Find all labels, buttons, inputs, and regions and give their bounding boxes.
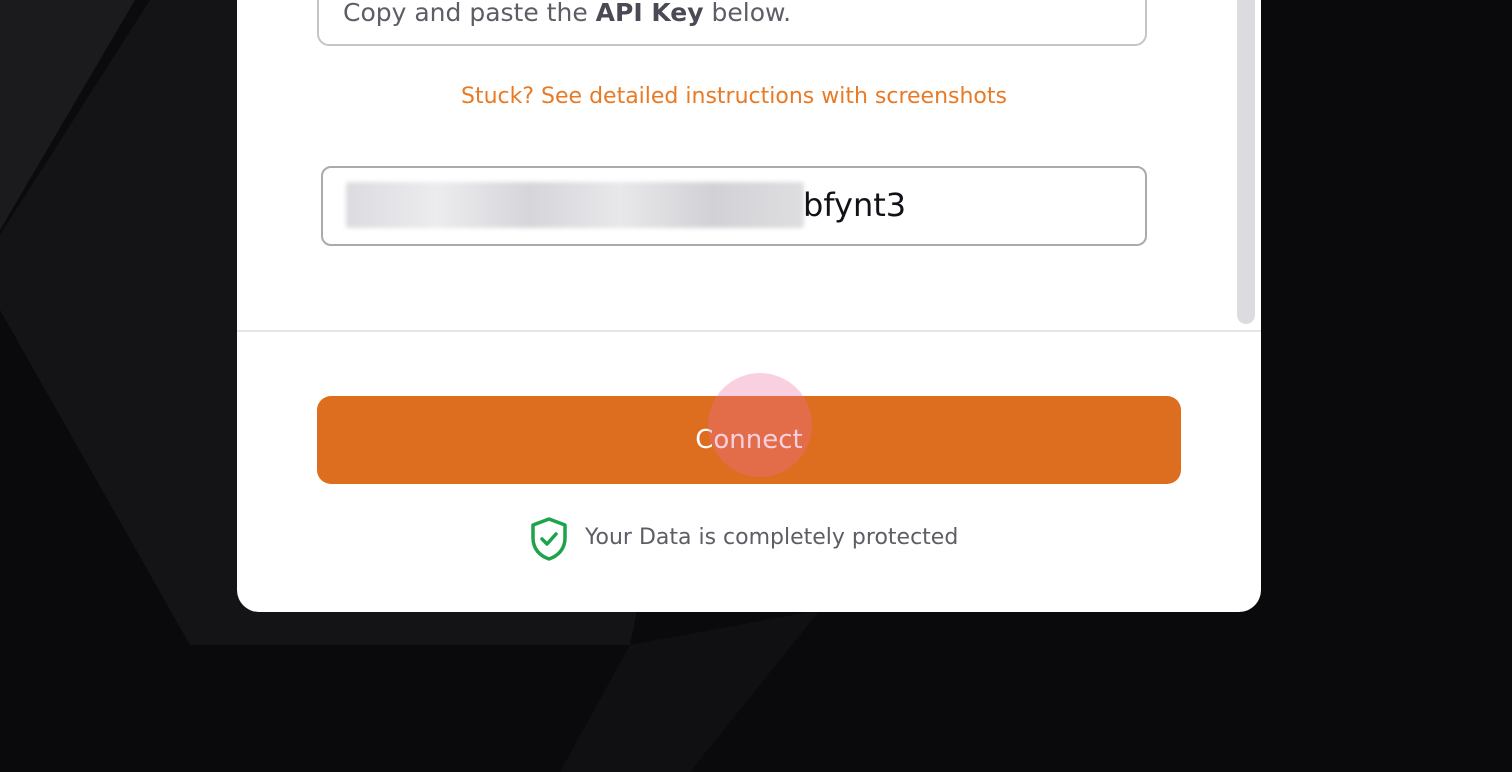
api-key-redacted: [346, 182, 804, 228]
api-key-input[interactable]: bfynt3: [321, 166, 1147, 246]
connect-modal: Copy and paste the API Key below. Stuck?…: [237, 0, 1261, 612]
scrollbar-thumb[interactable]: [1237, 0, 1255, 324]
api-key-visible-text: bfynt3: [803, 186, 907, 224]
connect-button[interactable]: Connect: [317, 396, 1181, 484]
instruction-text: Copy and paste the API Key below.: [343, 0, 791, 27]
instruction-emphasis: API Key: [595, 0, 704, 27]
data-protection-text: Your Data is completely protected: [585, 525, 959, 550]
instruction-step-box: Copy and paste the API Key below.: [317, 0, 1147, 46]
data-protection-note: Your Data is completely protected: [237, 516, 1261, 564]
modal-scroll-region[interactable]: Copy and paste the API Key below. Stuck?…: [237, 0, 1261, 332]
instruction-suffix: below.: [703, 0, 792, 27]
shield-check-icon: [531, 517, 567, 561]
detailed-instructions-link[interactable]: Stuck? See detailed instructions with sc…: [237, 84, 1231, 109]
instruction-prefix: Copy and paste the: [343, 0, 596, 27]
